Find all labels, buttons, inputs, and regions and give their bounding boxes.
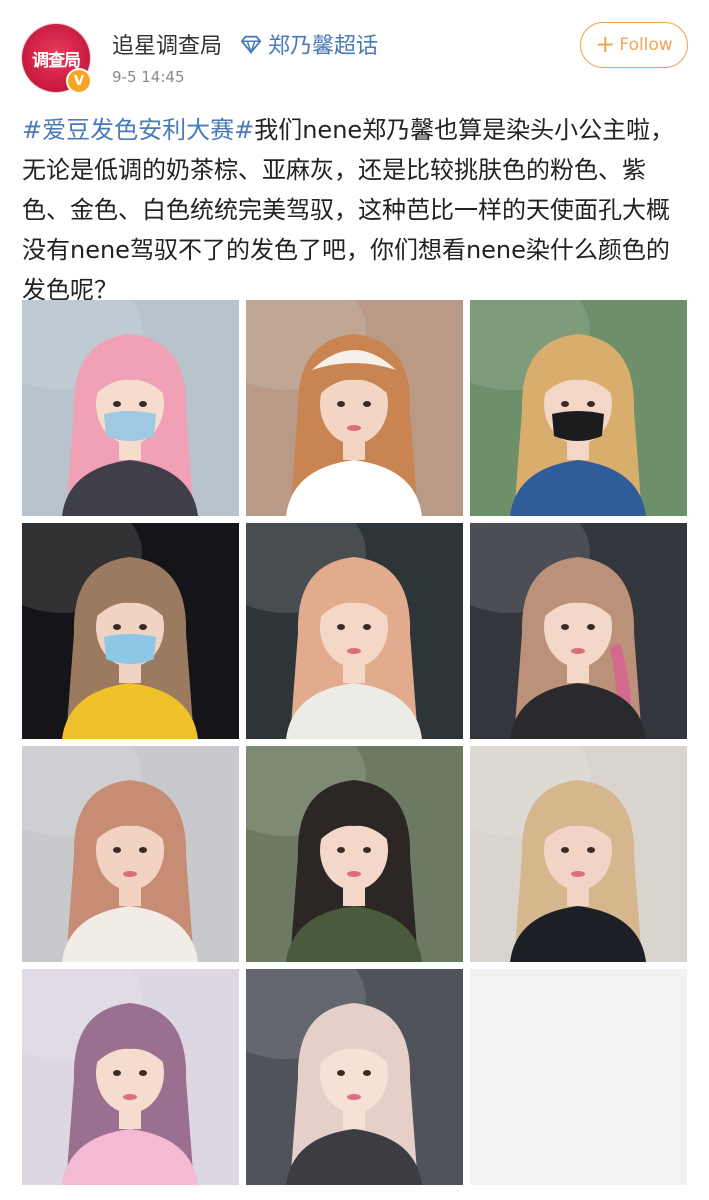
follow-button[interactable]: + Follow bbox=[580, 22, 688, 68]
empty-grid-slot bbox=[470, 969, 687, 1185]
photo-pink-streak-hair[interactable] bbox=[470, 523, 687, 739]
verified-badge-icon: V bbox=[66, 68, 92, 94]
photo-platinum-hair-image bbox=[246, 969, 463, 1185]
photo-lavender-hair-image bbox=[22, 969, 239, 1185]
photo-grid bbox=[22, 300, 687, 1190]
post-header: 调查局 V 追星调查局 郑乃馨超话 9-5 14:45 + Follow bbox=[0, 0, 709, 100]
photo-rose-gold-curls-image bbox=[22, 746, 239, 962]
super-topic-link[interactable]: 郑乃馨超话 bbox=[240, 28, 378, 60]
follow-label: Follow bbox=[619, 35, 673, 55]
author-name[interactable]: 追星调查局 bbox=[112, 28, 222, 60]
photo-pink-streak-hair-image bbox=[470, 523, 687, 739]
post-body: #爱豆发色安利大赛#我们nene郑乃馨也算是染头小公主啦，无论是低调的奶茶棕、亚… bbox=[22, 110, 686, 310]
photo-green-outfit-umbrella[interactable] bbox=[246, 746, 463, 962]
post-timestamp: 9-5 14:45 bbox=[112, 68, 185, 86]
photo-peach-hair-smile-image bbox=[246, 523, 463, 739]
photo-ginger-hair-closeup[interactable] bbox=[246, 300, 463, 516]
photo-blonde-black-mask-image bbox=[470, 300, 687, 516]
photo-blonde-black-mask[interactable] bbox=[470, 300, 687, 516]
photo-lavender-hair[interactable] bbox=[22, 969, 239, 1185]
avatar-text: 调查局 bbox=[32, 50, 81, 71]
photo-green-outfit-umbrella-image bbox=[246, 746, 463, 962]
author-avatar[interactable]: 调查局 V bbox=[22, 24, 92, 94]
photo-brown-hair-blue-mask[interactable] bbox=[22, 523, 239, 739]
photo-rose-gold-curls[interactable] bbox=[22, 746, 239, 962]
photo-pink-hair-street-image bbox=[22, 300, 239, 516]
photo-platinum-hair[interactable] bbox=[246, 969, 463, 1185]
photo-brown-hair-blue-mask-image bbox=[22, 523, 239, 739]
post-body-text: 我们nene郑乃馨也算是染头小公主啦，无论是低调的奶茶棕、亚麻灰，还是比较挑肤色… bbox=[22, 116, 675, 304]
photo-peach-hair-smile[interactable] bbox=[246, 523, 463, 739]
photo-pink-hair-street[interactable] bbox=[22, 300, 239, 516]
super-topic-label: 郑乃馨超话 bbox=[268, 34, 379, 59]
diamond-icon bbox=[240, 35, 262, 55]
plus-icon: + bbox=[595, 30, 616, 58]
photo-ginger-hair-closeup-image bbox=[246, 300, 463, 516]
photo-braids-window[interactable] bbox=[470, 746, 687, 962]
photo-braids-window-image bbox=[470, 746, 687, 962]
hashtag-link[interactable]: #爱豆发色安利大赛# bbox=[22, 116, 254, 144]
